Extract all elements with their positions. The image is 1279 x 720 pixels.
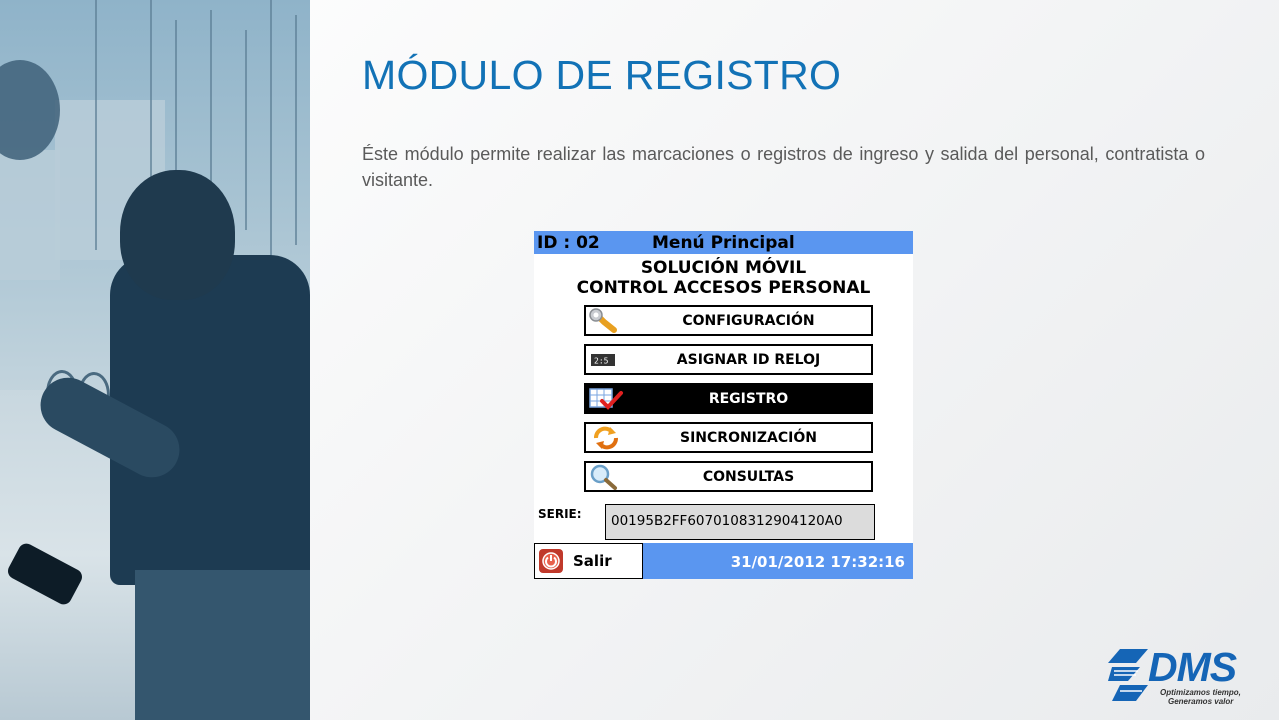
menu-item-label: REGISTRO — [708, 391, 789, 407]
salir-label: Salir — [573, 552, 612, 570]
slide-title: MÓDULO DE REGISTRO — [362, 52, 842, 98]
magnifier-icon — [588, 464, 624, 490]
wrench-icon — [588, 308, 624, 334]
device-screen: ID : 02 Menú Principal SOLUCIÓN MÓVIL CO… — [534, 231, 913, 579]
registro-button[interactable]: REGISTRO — [584, 383, 873, 414]
serie-field[interactable]: 00195B2FF6070108312904120A0 — [605, 504, 875, 540]
slide-description: Éste módulo permite realizar las marcaci… — [362, 144, 1205, 190]
sync-icon — [588, 425, 624, 451]
sincronizacion-button[interactable]: SINCRONIZACIÓN — [584, 422, 873, 453]
svg-text:2:5: 2:5 — [594, 357, 609, 366]
clock-id-icon: 2:5 — [588, 347, 624, 373]
serie-label: SERIE: — [538, 507, 582, 521]
logo-tagline-2: Generamos valor — [1168, 697, 1234, 706]
device-datetime: 31/01/2012 17:32:16 — [730, 553, 905, 571]
menu-item-label: ASIGNAR ID RELOJ — [676, 352, 821, 368]
dms-logo-text: DMS — [1148, 644, 1237, 690]
configuracion-button[interactable]: CONFIGURACIÓN — [584, 305, 873, 336]
asignar-id-reloj-button[interactable]: 2:5 ASIGNAR ID RELOJ — [584, 344, 873, 375]
app-heading-line2: CONTROL ACCESOS PERSONAL — [576, 278, 871, 298]
app-heading-line1: SOLUCIÓN MÓVIL — [640, 258, 807, 278]
menu-item-label: CONFIGURACIÓN — [682, 313, 815, 329]
power-icon — [539, 549, 563, 573]
menu-item-label: SINCRONIZACIÓN — [680, 430, 817, 446]
device-menu-title: Menú Principal — [652, 233, 795, 253]
salir-button[interactable]: Salir — [534, 543, 643, 579]
consultas-button[interactable]: CONSULTAS — [584, 461, 873, 492]
logo-tagline-1: Optimizamos tiempo, — [1160, 688, 1241, 697]
menu-item-label: CONSULTAS — [702, 469, 795, 485]
hero-photo — [0, 0, 310, 720]
device-id-label: ID : 02 — [537, 233, 600, 253]
calendar-check-icon — [588, 386, 624, 412]
